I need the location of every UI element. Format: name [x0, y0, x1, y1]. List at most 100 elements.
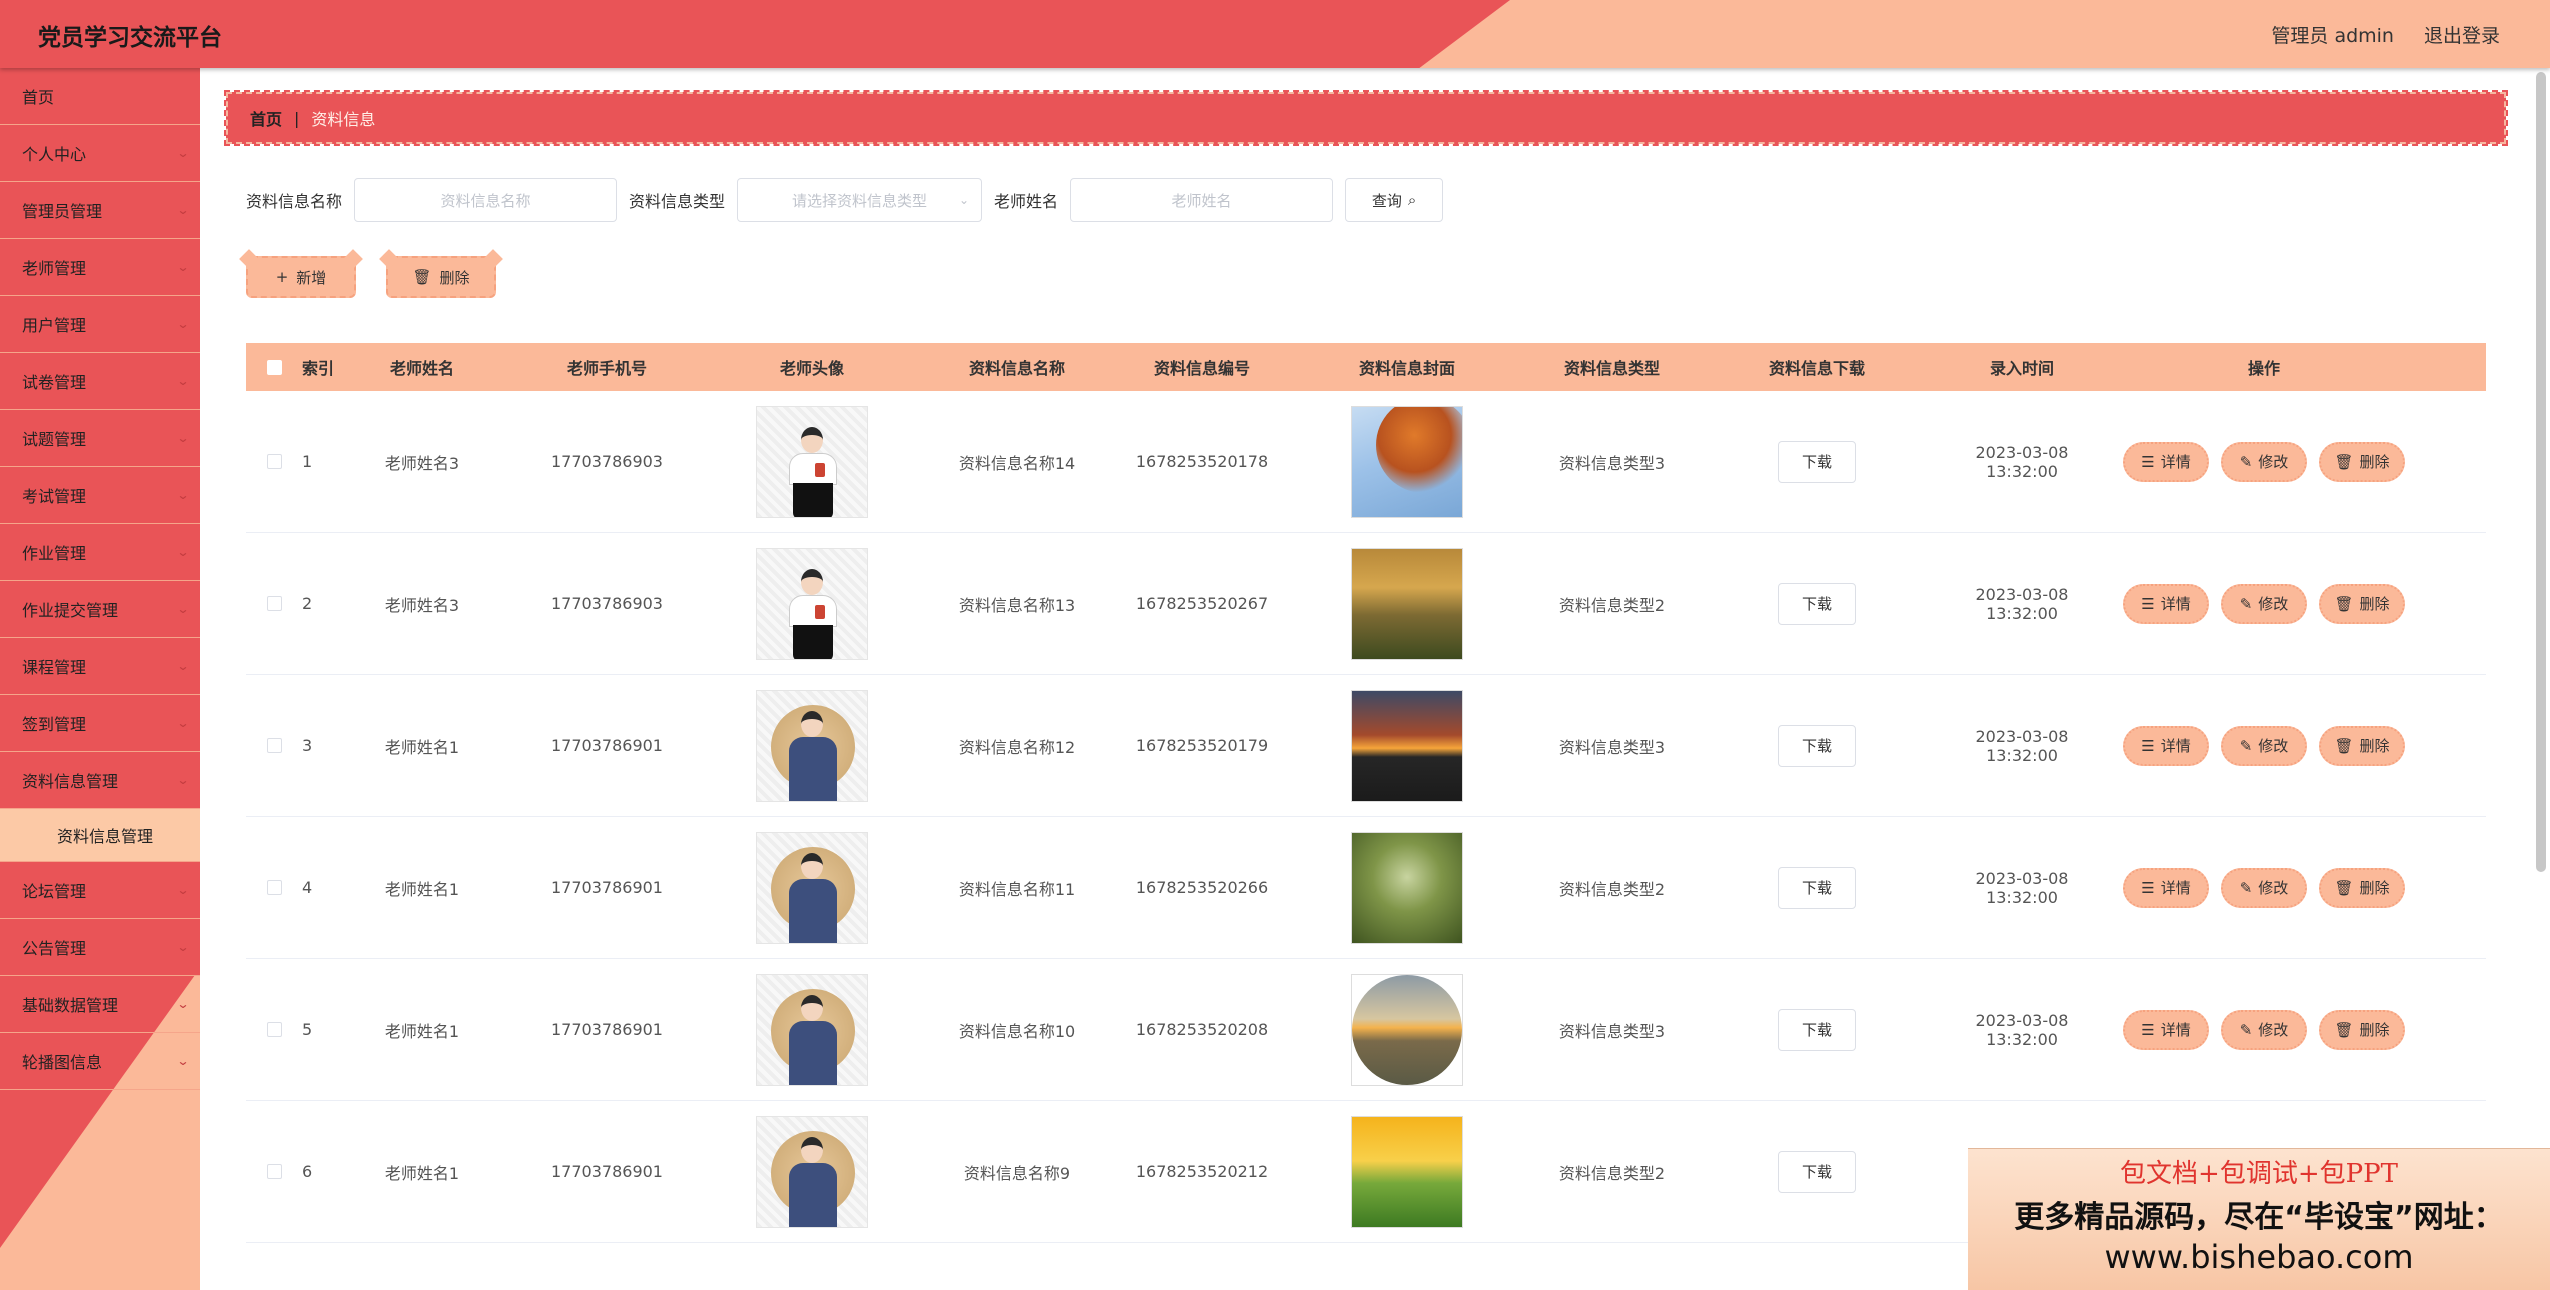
type-filter-select[interactable]: 请选择资料信息类型 ⌄ [737, 178, 983, 222]
detail-button[interactable]: ☰ 详情 [2123, 441, 2209, 482]
material-name: 资料信息名称11 [958, 879, 1076, 899]
teacher-avatar[interactable] [756, 689, 868, 802]
chevron-down-icon: ⌄ [176, 1054, 190, 1068]
row-checkbox[interactable] [266, 454, 282, 469]
teacher-phone: 17703786903 [551, 452, 663, 471]
batch-delete-button[interactable]: 🗑 删除 [386, 256, 496, 298]
download-cell: 下载 [1682, 724, 1952, 767]
chevron-down-icon: ⌄ [176, 716, 190, 730]
row-checkbox-cell [246, 454, 302, 469]
name-filter-input[interactable]: 资料信息名称 [354, 178, 618, 222]
chevron-down-icon: ⌄ [176, 374, 190, 388]
edit-button-label: 修改 [2258, 879, 2289, 897]
teacher-avatar-cell [722, 689, 902, 802]
sidebar-item[interactable]: 资料信息管理 ⌄ [0, 752, 200, 809]
download-button[interactable]: 下载 [1778, 582, 1856, 625]
column-header: 老师姓名 [389, 359, 454, 378]
table-row: 3 老师姓名1 17703786901 资料信息名称12 1678253520179 资料… [246, 675, 2486, 817]
teacher-name: 老师姓名1 [384, 737, 460, 757]
delete-button-label: 删除 [2359, 737, 2390, 755]
row-checkbox[interactable] [266, 880, 282, 895]
sidebar-item[interactable]: 签到管理 ⌄ [0, 695, 200, 752]
delete-button[interactable]: 🗑 删除 [2319, 725, 2405, 766]
material-code: 1678253520208 [1135, 1020, 1269, 1039]
add-button[interactable]: + 新增 [246, 256, 356, 298]
detail-button[interactable]: ☰ 详情 [2123, 725, 2209, 766]
logout-link[interactable]: 退出登录 [2424, 21, 2500, 48]
row-checkbox[interactable] [266, 738, 282, 753]
teacher-avatar[interactable] [756, 973, 868, 1086]
download-button[interactable]: 下载 [1778, 866, 1856, 909]
edit-button[interactable]: ✎ 修改 [2221, 867, 2307, 908]
sidebar-item[interactable]: 论坛管理 ⌄ [0, 862, 200, 919]
download-cell: 下载 [1682, 1008, 1952, 1051]
delete-button[interactable]: 🗑 删除 [2319, 441, 2405, 482]
sidebar-item[interactable]: 作业提交管理 ⌄ [0, 581, 200, 638]
sidebar-item[interactable]: 课程管理 ⌄ [0, 638, 200, 695]
material-cover-image[interactable] [1351, 973, 1463, 1086]
pencil-icon: ✎ [2239, 736, 2253, 755]
table-body: 1 老师姓名3 17703786903 资料信息名称14 1678253520178 资料… [246, 391, 2486, 1243]
material-cover-cell [1272, 547, 1542, 660]
trash-icon: 🗑 [2334, 594, 2354, 613]
material-cover-image[interactable] [1351, 831, 1463, 944]
page-scrollbar[interactable] [2536, 68, 2546, 872]
download-button[interactable]: 下载 [1778, 1150, 1856, 1193]
sidebar-item[interactable]: 个人中心 ⌄ [0, 125, 200, 182]
sidebar-item[interactable]: 首页 [0, 68, 200, 125]
row-checkbox-cell [246, 880, 302, 895]
row-checkbox[interactable] [266, 1022, 282, 1037]
breadcrumb-home[interactable]: 首页 [250, 106, 282, 130]
data-table: 索引 老师姓名 老师手机号 老师头像 资料信息名称 资料信息编号 资料信息封面 资料信息类型资… [246, 343, 2486, 1243]
material-code: 1678253520267 [1135, 594, 1269, 613]
edit-button[interactable]: ✎ 修改 [2221, 1009, 2307, 1050]
sidebar-item[interactable]: 用户管理 ⌄ [0, 296, 200, 353]
teacher-avatar[interactable] [756, 405, 868, 518]
select-all-checkbox[interactable] [266, 359, 282, 375]
sidebar-item[interactable]: 试题管理 ⌄ [0, 410, 200, 467]
teacher-avatar[interactable] [756, 1115, 868, 1228]
sidebar-item[interactable]: 基础数据管理 ⌄ [0, 976, 200, 1033]
download-button[interactable]: 下载 [1778, 1008, 1856, 1051]
sidebar-item[interactable]: 公告管理 ⌄ [0, 919, 200, 976]
edit-button[interactable]: ✎ 修改 [2221, 583, 2307, 624]
row-checkbox[interactable] [266, 596, 282, 611]
material-cover-image[interactable] [1351, 1115, 1463, 1228]
sidebar-item[interactable]: 管理员管理 ⌄ [0, 182, 200, 239]
sidebar-item[interactable]: 作业管理 ⌄ [0, 524, 200, 581]
edit-button[interactable]: ✎ 修改 [2221, 441, 2307, 482]
sidebar-item[interactable]: 轮播图信息 ⌄ [0, 1033, 200, 1090]
edit-button[interactable]: ✎ 修改 [2221, 725, 2307, 766]
trash-icon: 🗑 [2334, 1020, 2354, 1039]
teacher-name: 老师姓名1 [384, 1163, 460, 1183]
row-checkbox[interactable] [266, 1164, 282, 1179]
material-cover-image[interactable] [1351, 689, 1463, 802]
sidebar-item[interactable]: 考试管理 ⌄ [0, 467, 200, 524]
detail-button[interactable]: ☰ 详情 [2123, 583, 2209, 624]
teacher-avatar[interactable] [756, 547, 868, 660]
detail-button[interactable]: ☰ 详情 [2123, 867, 2209, 908]
delete-button[interactable]: 🗑 删除 [2319, 583, 2405, 624]
detail-button[interactable]: ☰ 详情 [2123, 1009, 2209, 1050]
detail-button-label: 详情 [2160, 737, 2191, 755]
sidebar-item[interactable]: 试卷管理 ⌄ [0, 353, 200, 410]
sidebar-item[interactable]: 老师管理 ⌄ [0, 239, 200, 296]
action-bar: + 新增 🗑 删除 [246, 256, 496, 298]
sidebar-item-label: 基础数据管理 [22, 996, 119, 1015]
teacher-filter-input[interactable]: 老师姓名 [1070, 178, 1334, 222]
sidebar-item-label: 作业管理 [22, 544, 87, 563]
column-header: 索引 [302, 359, 335, 378]
material-cover-image[interactable] [1351, 547, 1463, 660]
delete-button[interactable]: 🗑 删除 [2319, 1009, 2405, 1050]
download-button[interactable]: 下载 [1778, 724, 1856, 767]
material-type: 资料信息类型3 [1558, 737, 1666, 757]
sidebar-subitem[interactable]: 资料信息管理 [0, 809, 200, 862]
edit-button-label: 修改 [2258, 595, 2289, 613]
material-cover-image[interactable] [1351, 405, 1463, 518]
teacher-avatar[interactable] [756, 831, 868, 944]
download-button[interactable]: 下载 [1778, 440, 1856, 483]
scrollbar-thumb[interactable] [2536, 72, 2546, 872]
query-button[interactable]: 查询 ⌕ [1345, 178, 1444, 222]
delete-button[interactable]: 🗑 删除 [2319, 867, 2405, 908]
material-type: 资料信息类型2 [1558, 879, 1666, 899]
